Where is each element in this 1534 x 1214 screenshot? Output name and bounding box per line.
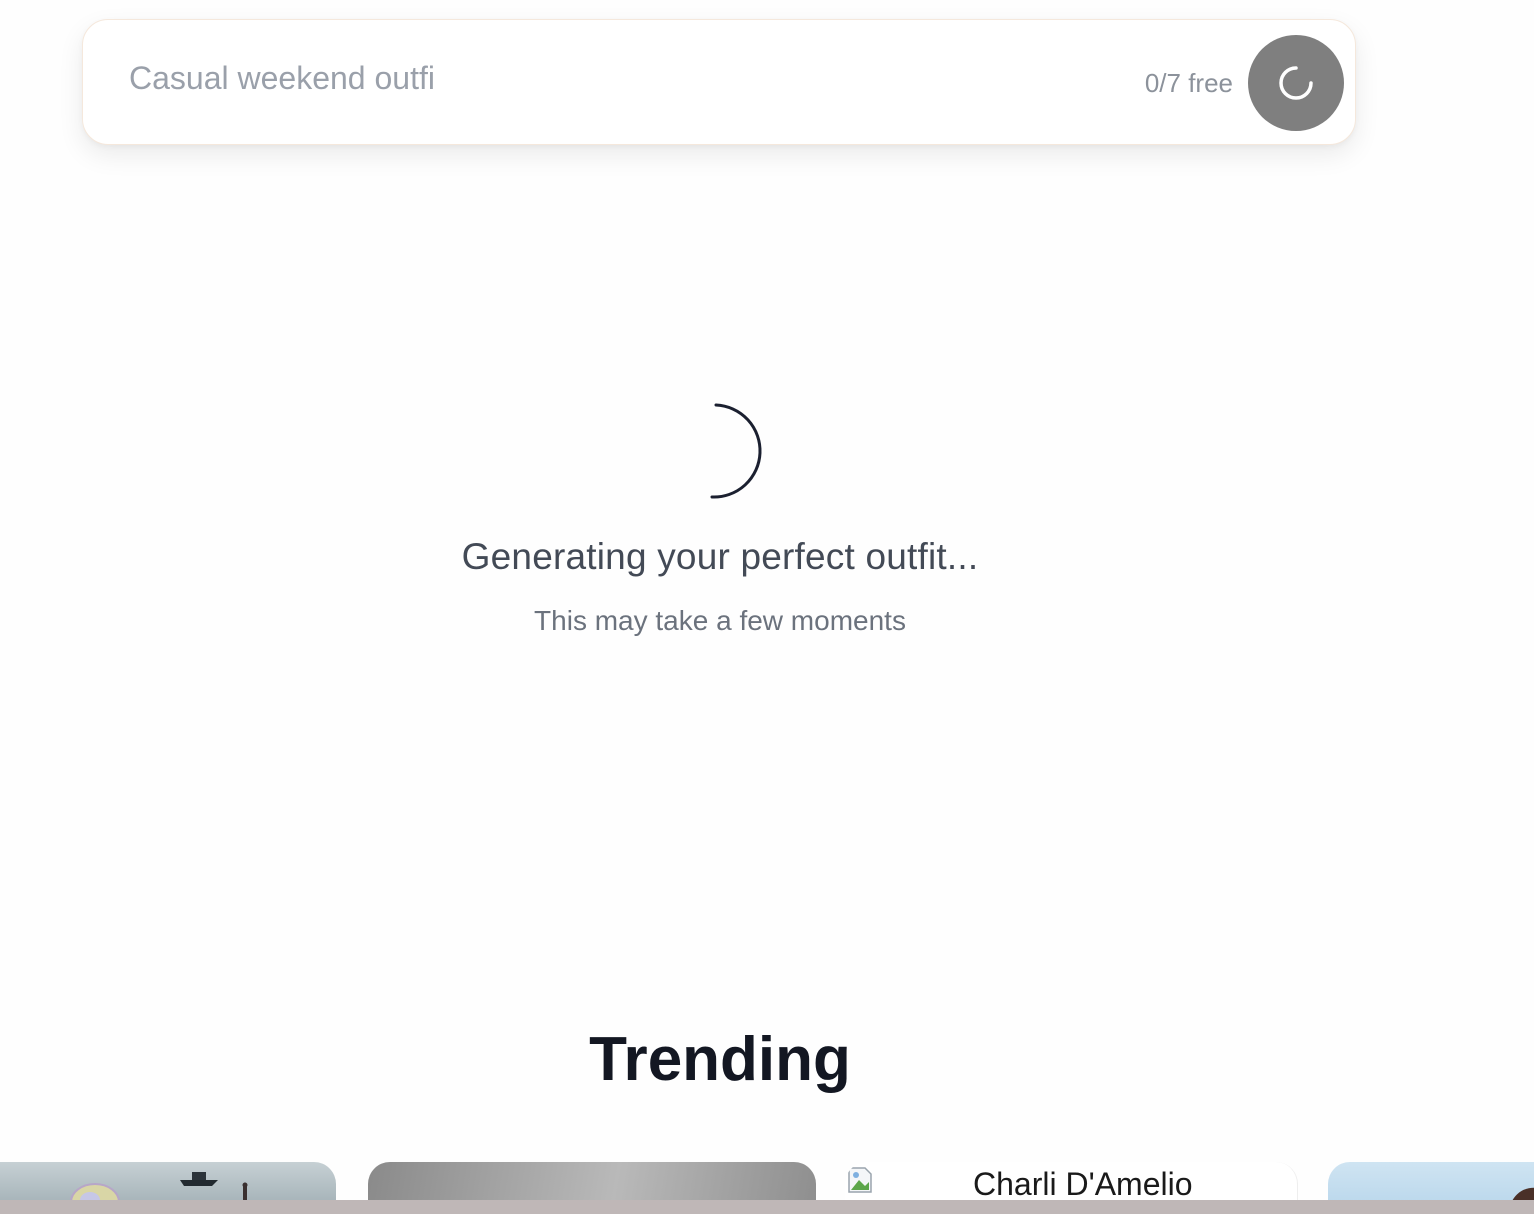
free-counter: 0/7 free: [1144, 68, 1233, 98]
card-name: Charli D'Amelio: [973, 1166, 1193, 1202]
search-input[interactable]: [129, 56, 1029, 100]
loading-subtitle: This may take a few moments: [534, 605, 906, 636]
loading-spinner-icon: [710, 403, 762, 499]
spinner-icon: [1279, 66, 1313, 100]
bottom-edge: [0, 1200, 1534, 1214]
search-bar: 0/7 free: [82, 19, 1356, 145]
broken-image-icon: [848, 1167, 872, 1193]
page: 0/7 free Generating your perfect outfit.…: [0, 0, 1534, 1214]
loading-title: Generating your perfect outfit...: [461, 536, 979, 577]
submit-button[interactable]: [1248, 35, 1344, 131]
person-icon: [242, 1182, 248, 1202]
boat-icon: [180, 1172, 218, 1186]
trending-heading: Trending: [589, 1025, 851, 1094]
